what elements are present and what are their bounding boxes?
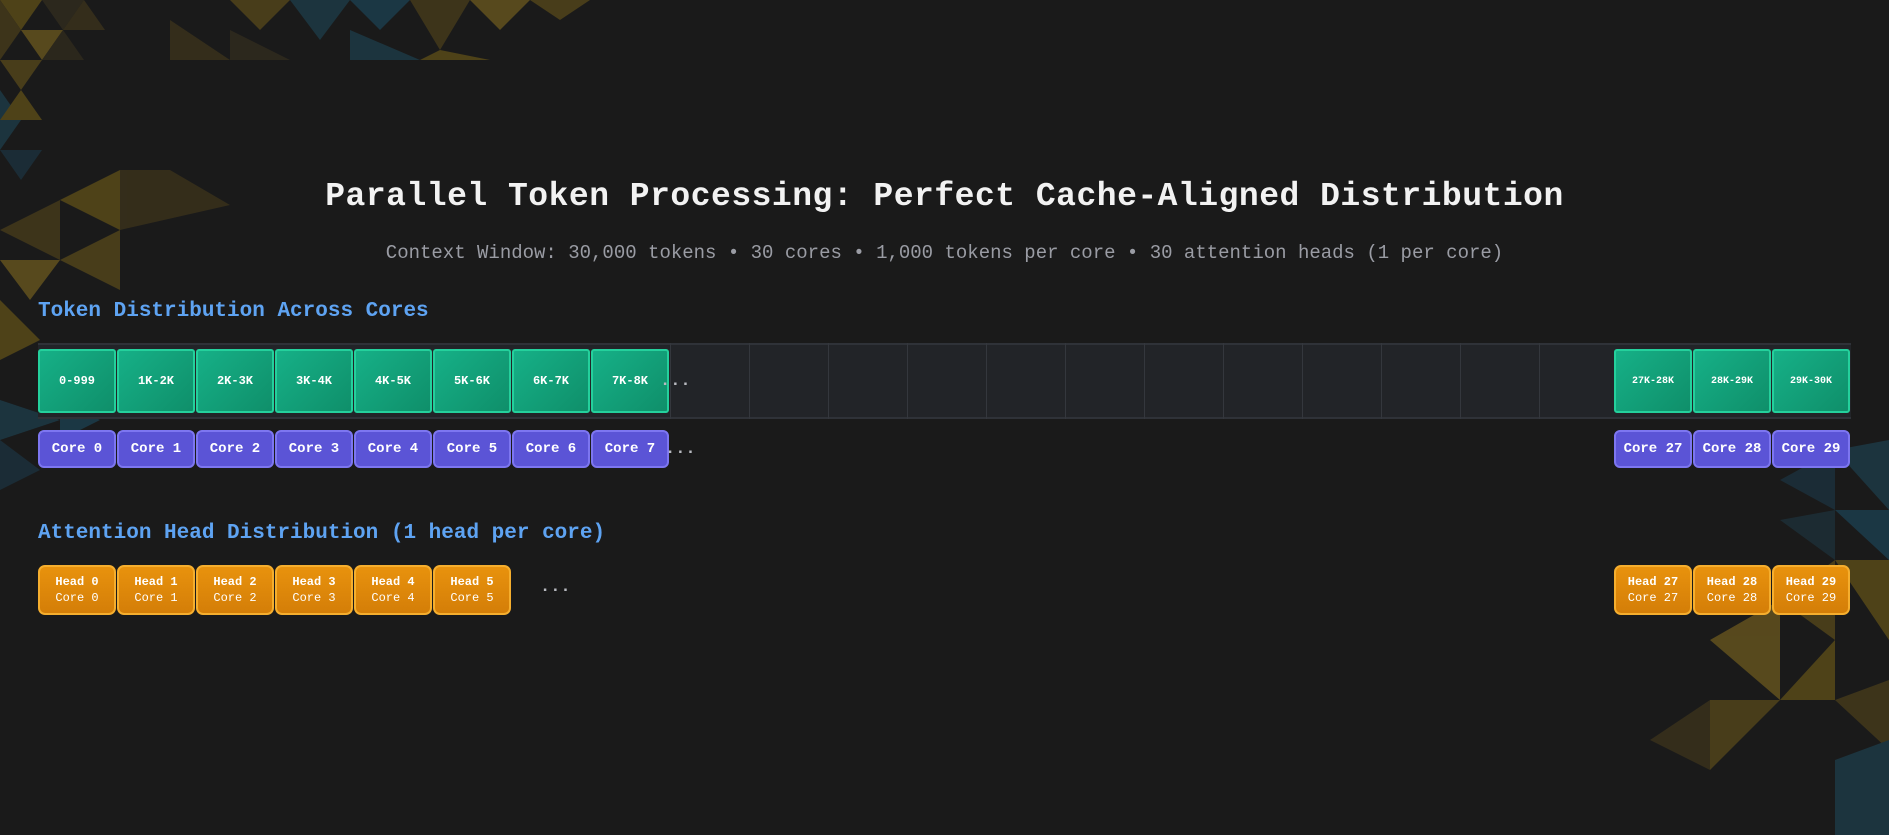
attention-head-card: Head 2 Core 2 xyxy=(196,565,274,615)
head-core-label: Core 2 xyxy=(213,591,257,605)
section-title-tokens: Token Distribution Across Cores xyxy=(38,300,429,323)
core-chip: Core 29 xyxy=(1772,430,1850,468)
core-chip: Core 2 xyxy=(196,430,274,468)
section-title-heads: Attention Head Distribution (1 head per … xyxy=(38,522,606,545)
head-label: Head 27 xyxy=(1627,575,1679,589)
diagram-title: Parallel Token Processing: Perfect Cache… xyxy=(325,178,1564,215)
empty-token-slot xyxy=(1381,343,1460,419)
core-chip: Core 4 xyxy=(354,430,432,468)
empty-token-slot xyxy=(1223,343,1302,419)
head-label: Head 4 xyxy=(371,575,415,589)
empty-token-slot xyxy=(986,343,1065,419)
head-ellipsis: ... xyxy=(540,578,571,597)
token-block: 6K-7K xyxy=(512,349,590,413)
empty-token-slot xyxy=(1065,343,1144,419)
attention-head-card: Head 27 Core 27 xyxy=(1614,565,1692,615)
empty-token-slot xyxy=(907,343,986,419)
core-chip: Core 28 xyxy=(1693,430,1771,468)
head-label: Head 0 xyxy=(55,575,99,589)
core-chip: Core 3 xyxy=(275,430,353,468)
attention-head-card: Head 28 Core 28 xyxy=(1693,565,1771,615)
head-label: Head 2 xyxy=(213,575,257,589)
head-label: Head 28 xyxy=(1706,575,1758,589)
empty-token-slot xyxy=(1302,343,1381,419)
token-block: 0-999 xyxy=(38,349,116,413)
token-block: 28K-29K xyxy=(1693,349,1771,413)
core-chip: Core 0 xyxy=(38,430,116,468)
token-block: 1K-2K xyxy=(117,349,195,413)
core-ellipsis: ... xyxy=(665,440,696,459)
head-label: Head 29 xyxy=(1785,575,1837,589)
empty-token-slot xyxy=(828,343,907,419)
attention-head-card: Head 0 Core 0 xyxy=(38,565,116,615)
head-core-label: Core 29 xyxy=(1785,591,1837,605)
attention-head-card: Head 4 Core 4 xyxy=(354,565,432,615)
head-core-label: Core 4 xyxy=(371,591,415,605)
head-core-label: Core 27 xyxy=(1627,591,1679,605)
core-chip: Core 1 xyxy=(117,430,195,468)
attention-head-card: Head 3 Core 3 xyxy=(275,565,353,615)
token-block: 4K-5K xyxy=(354,349,432,413)
token-block: 7K-8K xyxy=(591,349,669,413)
diagram-subtitle: Context Window: 30,000 tokens • 30 cores… xyxy=(385,242,1504,264)
empty-token-slot xyxy=(1144,343,1223,419)
empty-token-slot xyxy=(749,343,828,419)
core-chip: Core 27 xyxy=(1614,430,1692,468)
head-label: Head 1 xyxy=(134,575,178,589)
head-core-label: Core 3 xyxy=(292,591,336,605)
attention-head-card: Head 5 Core 5 xyxy=(433,565,511,615)
head-core-label: Core 0 xyxy=(55,591,99,605)
token-ellipsis: ... xyxy=(660,372,691,391)
empty-token-slot xyxy=(1539,343,1618,419)
attention-head-card: Head 1 Core 1 xyxy=(117,565,195,615)
attention-head-card: Head 29 Core 29 xyxy=(1772,565,1850,615)
core-chip: Core 6 xyxy=(512,430,590,468)
core-chip: Core 7 xyxy=(591,430,669,468)
head-core-label: Core 5 xyxy=(450,591,494,605)
token-block: 3K-4K xyxy=(275,349,353,413)
head-core-label: Core 1 xyxy=(134,591,178,605)
head-label: Head 3 xyxy=(292,575,336,589)
token-block: 29K-30K xyxy=(1772,349,1850,413)
token-block: 27K-28K xyxy=(1614,349,1692,413)
head-core-label: Core 28 xyxy=(1706,591,1758,605)
empty-token-slot xyxy=(1460,343,1539,419)
token-block: 5K-6K xyxy=(433,349,511,413)
core-chip: Core 5 xyxy=(433,430,511,468)
token-block: 2K-3K xyxy=(196,349,274,413)
head-label: Head 5 xyxy=(450,575,494,589)
